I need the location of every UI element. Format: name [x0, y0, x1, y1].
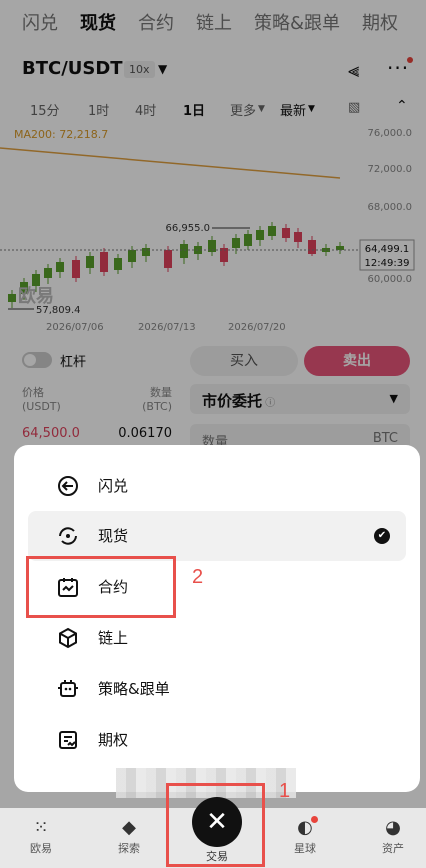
compass-icon: ◆ [122, 817, 136, 838]
menu-item-label: 现货 [98, 527, 129, 545]
check-icon: ✔ [374, 528, 390, 544]
annotation-box-1 [166, 783, 265, 867]
annotation-box-2 [26, 556, 176, 618]
notification-dot [311, 816, 318, 823]
options-doc-icon [59, 731, 77, 749]
annotation-number-1: 1 [279, 780, 291, 802]
menu-item-swap[interactable]: 闪兑 [28, 461, 406, 511]
nav-explore[interactable]: ◆ 探索 [99, 816, 159, 856]
menu-item-spot[interactable]: 现货 ✔ [28, 511, 406, 561]
nav-planet[interactable]: ◐ 星球 [275, 816, 335, 856]
menu-item-label: 链上 [98, 629, 129, 647]
menu-item-label: 策略&跟单 [98, 680, 170, 698]
refresh-circle-icon [59, 527, 77, 545]
bot-icon [58, 680, 78, 697]
planet-icon: ◐ [297, 817, 313, 838]
menu-item-strategy[interactable]: 策略&跟单 [28, 664, 406, 714]
swap-circle-icon [58, 476, 78, 496]
nav-okx[interactable]: ⁙ 欧易 [11, 816, 71, 856]
trade-type-menu: 闪兑 现货 ✔ 合约 链上 策略&跟单 期权 [14, 445, 420, 792]
menu-item-onchain[interactable]: 链上 [28, 613, 406, 663]
menu-item-options[interactable]: 期权 [28, 715, 406, 765]
nav-assets[interactable]: ◕ 资产 [363, 816, 423, 856]
okx-logo-icon: ⁙ [33, 817, 49, 838]
menu-item-label: 期权 [98, 731, 129, 749]
pie-chart-icon: ◕ [385, 817, 401, 838]
menu-item-label: 闪兑 [98, 477, 129, 495]
cube-icon [59, 627, 77, 649]
annotation-number-2: 2 [192, 566, 204, 588]
